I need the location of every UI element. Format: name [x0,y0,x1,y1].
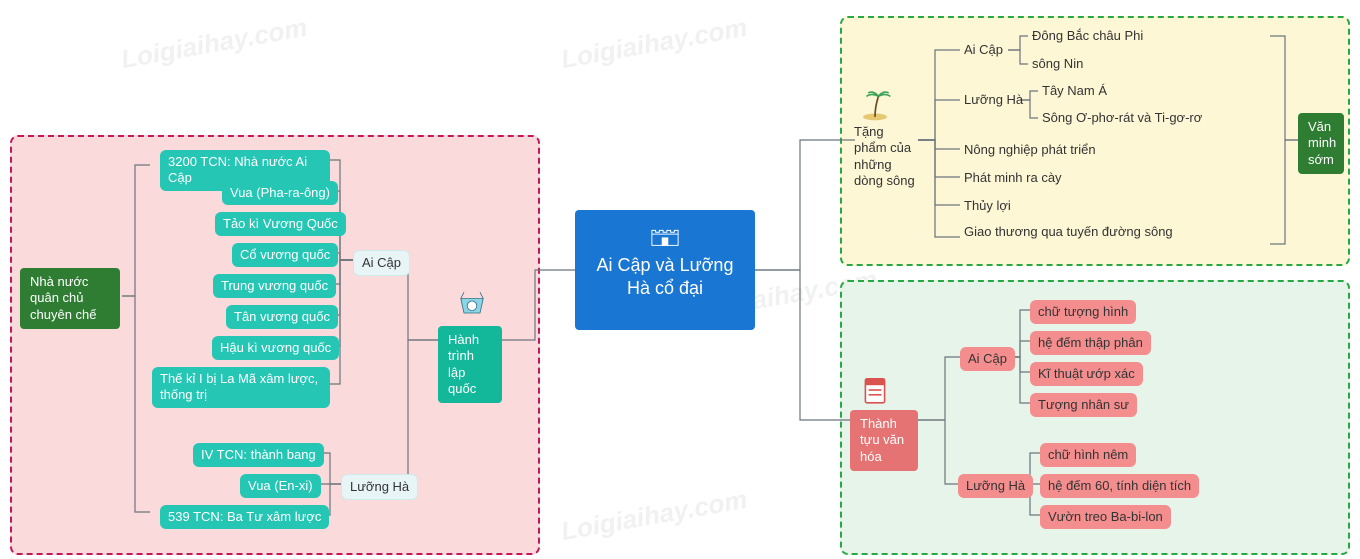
tr-luongha-item[interactable]: Tây Nam Á [1038,81,1111,101]
tr-luongha-item[interactable]: Sông Ơ-phơ-rát và Ti-gơ-rơ [1038,108,1253,128]
br-luongha-item[interactable]: hệ đếm 60, tính diện tích [1040,474,1199,498]
left-luongha-item[interactable]: IV TCN: thành bang [193,443,324,467]
tr-aicap-item[interactable]: sông Nin [1028,54,1087,74]
br-aicap-item[interactable]: hệ đếm thập phân [1030,331,1151,355]
br-luongha-item[interactable]: Vườn treo Ba-bi-lon [1040,505,1171,529]
left-group-luongha[interactable]: Lưỡng Hà [341,474,418,500]
document-icon [855,370,895,410]
left-header[interactable]: Hành trình lập quốc [438,326,502,403]
left-aicap-item[interactable]: Hậu kì vương quốc [212,336,339,360]
br-group-luongha[interactable]: Lưỡng Hà [958,474,1033,498]
br-aicap-item[interactable]: Tượng nhân sư [1030,393,1137,417]
left-aicap-item[interactable]: Tảo kì Vương Quốc [215,212,346,236]
left-luongha-item[interactable]: Vua (En-xi) [240,474,321,498]
topright-header[interactable]: Tặng phẩm của những dòng sông [850,122,920,191]
left-aicap-item[interactable]: Vua (Pha-ra-ông) [222,181,338,205]
watermark: Loigiaihay.com [119,12,310,75]
palm-icon [855,85,895,125]
left-aicap-item[interactable]: Cổ vương quốc [232,243,338,267]
br-group-aicap[interactable]: Ai Cập [960,347,1015,371]
watermark: Loigiaihay.com [559,12,750,75]
tr-plain-item[interactable]: Giao thương qua tuyến đường sông [960,222,1180,242]
left-aicap-item[interactable]: Trung vương quốc [213,274,336,298]
tr-group-luongha[interactable]: Lưỡng Hà [960,90,1027,110]
castle-icon [650,224,680,248]
left-aicap-item[interactable]: Thế kỉ I bị La Mã xâm lược, thống trị [152,367,330,408]
br-luongha-item[interactable]: chữ hình nêm [1040,443,1136,467]
tr-far-label[interactable]: Văn minh sớm [1298,113,1344,174]
tr-plain-item[interactable]: Thủy lợi [960,196,1015,216]
center-title: Ai Cập và Lưỡng Hà cổ đại [585,254,745,299]
watermark: Loigiaihay.com [559,484,750,547]
left-far-label[interactable]: Nhà nước quân chủ chuyên chế [20,268,120,329]
br-aicap-item[interactable]: chữ tượng hình [1030,300,1136,324]
bottomright-header[interactable]: Thành tựu văn hóa [850,410,918,471]
mindmap-canvas: Loigiaihay.com Loigiaihay.com Loigiaihay… [0,0,1360,559]
tr-plain-item[interactable]: Phát minh ra cày [960,168,1066,188]
br-aicap-item[interactable]: Kĩ thuật ướp xác [1030,362,1143,386]
left-luongha-item[interactable]: 539 TCN: Ba Tư xâm lược [160,505,329,529]
tr-group-aicap[interactable]: Ai Cập [960,40,1007,60]
left-aicap-item[interactable]: Tân vương quốc [226,305,338,329]
tr-plain-item[interactable]: Nông nghiệp phát triển [960,140,1100,160]
tr-aicap-item[interactable]: Đông Bắc châu Phi [1028,26,1147,46]
left-group-aicap[interactable]: Ai Cập [353,250,410,276]
center-node[interactable]: Ai Cập và Lưỡng Hà cổ đại [575,210,755,330]
gong-icon [452,285,492,325]
